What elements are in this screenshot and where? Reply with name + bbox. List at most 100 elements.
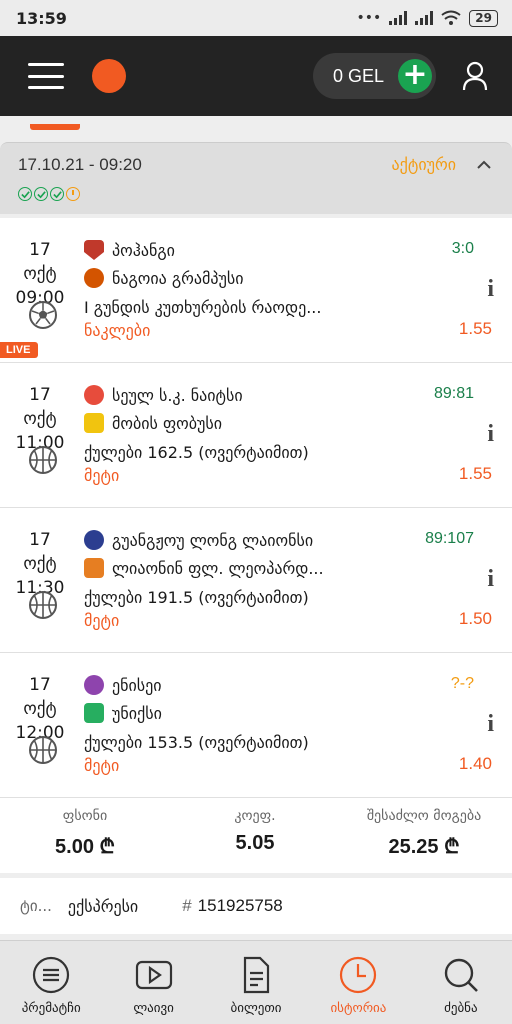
- bet-header[interactable]: 17.10.21 - 09:20 აქტიური: [0, 142, 512, 214]
- team-away-name: ნაგოია გრამპუსი: [112, 268, 244, 288]
- balance-pill[interactable]: 0 GEL +: [312, 53, 436, 99]
- nav-search[interactable]: ძებნა: [410, 941, 512, 1024]
- win-block: შესაძლო მოგება 25.25 ₾: [340, 808, 508, 859]
- more-dots-icon: •••: [356, 10, 382, 26]
- event-score: 89:107: [425, 530, 474, 547]
- nav-label: პრემატჩი: [21, 1001, 81, 1016]
- odd-value: 1.55: [458, 464, 492, 483]
- prematch-icon: [33, 956, 70, 994]
- team-home: ენისეი: [84, 675, 162, 695]
- event-date: 17 ოქტ: [23, 675, 57, 719]
- nav-label: ბილეთი: [230, 1001, 282, 1016]
- check-circle-icon: [50, 187, 64, 201]
- ticket-number-value: 151925758: [197, 896, 283, 915]
- team-home-name: სეულ ს.კ. ნაიტსი: [112, 385, 243, 405]
- nav-label: ძებნა: [444, 1001, 478, 1016]
- team-home: გუანგჟოუ ლონგ ლაიონსი: [84, 530, 313, 550]
- team-logo: [84, 240, 104, 260]
- hash-icon: #: [182, 896, 192, 915]
- balance-amount: 0 GEL: [332, 65, 384, 86]
- team-away: ლიაონინ ფლ. ლეოპარდ...: [84, 558, 324, 578]
- event-date: 17 ოქტ: [23, 385, 57, 429]
- team-away-name: მობის ფობუსი: [112, 413, 223, 433]
- signal-icon-2: [415, 11, 434, 25]
- brand-logo[interactable]: [92, 59, 126, 93]
- coef-label: კოეფ.: [234, 808, 276, 824]
- tab-indicator: [30, 124, 80, 130]
- basketball-icon: [29, 591, 57, 619]
- ticket-type-value: ექსპრესი: [67, 896, 139, 916]
- check-circle-icon: [34, 187, 48, 201]
- market-name: ქულები 162.5 (ოვერტაიმით): [84, 443, 309, 462]
- app-header: 0 GEL +: [0, 36, 512, 116]
- team-home-name: პოჰანგი: [112, 240, 175, 260]
- live-play-icon: [135, 960, 172, 990]
- event-score: ?-?: [450, 675, 474, 692]
- stake-block: ფსონი 5.00 ₾: [30, 808, 140, 859]
- coef-block: კოეფ. 5.05: [200, 808, 310, 855]
- nav-live[interactable]: ლაივი: [102, 941, 204, 1024]
- team-home-name: ენისეი: [112, 675, 162, 695]
- team-away: ნაგოია გრამპუსი: [84, 268, 244, 288]
- basketball-icon: [29, 736, 57, 764]
- football-icon: [29, 301, 57, 329]
- user-icon[interactable]: [462, 61, 488, 91]
- team-logo: [84, 413, 104, 433]
- status-bar: 13:59 ••• 29: [0, 0, 512, 36]
- ticket-type-label: ტი...: [20, 897, 52, 915]
- live-badge: LIVE: [0, 342, 39, 358]
- event-row[interactable]: 17 ოქტ 09:00 LIVE პოჰანგი ნაგოია გრამპუს…: [0, 218, 512, 363]
- search-icon: [444, 958, 478, 992]
- nav-ticket[interactable]: ბილეთი: [205, 941, 307, 1024]
- event-row[interactable]: 17 ოქტ 11:30 გუანგჟოუ ლონგ ლაიონსი ლიაონ…: [0, 508, 512, 653]
- team-logo: [84, 558, 104, 578]
- event-row[interactable]: 17 ოქტ 11:00 სეულ ს.კ. ნაიტსი მობის ფობუ…: [0, 363, 512, 508]
- nav-history[interactable]: ისტორია: [307, 941, 409, 1024]
- chevron-up-icon[interactable]: [476, 157, 492, 173]
- event-row[interactable]: 17 ოქტ 12:00 ენისეი უნიქსი ქულები 153.5 …: [0, 653, 512, 798]
- clock-circle-icon: [66, 187, 80, 201]
- bottom-nav: პრემატჩი ლაივი ბილეთი ისტორია ძებნა: [0, 940, 512, 1024]
- ticket-number: #151925758: [182, 896, 283, 916]
- odd-value: 1.40: [458, 754, 492, 773]
- team-home: პოჰანგი: [84, 240, 175, 260]
- basketball-icon: [29, 446, 57, 474]
- status-icons: ••• 29: [356, 9, 498, 27]
- team-logo: [84, 385, 104, 405]
- check-circle-icon: [18, 187, 32, 201]
- pick-name: მეტი: [84, 611, 120, 630]
- team-away: მობის ფობუსი: [84, 413, 222, 433]
- event-score: 3:0: [451, 240, 474, 257]
- event-status-indicators: [18, 187, 80, 201]
- event-list: 17 ოქტ 09:00 LIVE პოჰანგი ნაგოია გრამპუს…: [0, 218, 512, 798]
- team-away: უნიქსი: [84, 703, 162, 723]
- coef-value: 5.05: [235, 832, 275, 854]
- market-name: ქულები 153.5 (ოვერტაიმით): [84, 733, 309, 752]
- battery-icon: 29: [469, 9, 498, 27]
- market-name: I გუნდის კუთხურების რაოდე...: [84, 298, 322, 317]
- history-clock-icon: [340, 956, 377, 994]
- pick-name: ნაკლები: [84, 321, 151, 340]
- team-logo: [84, 268, 104, 288]
- nav-label: ლაივი: [133, 1001, 174, 1016]
- stake-label: ფსონი: [62, 808, 108, 824]
- info-icon[interactable]: i: [487, 566, 494, 593]
- win-value: 25.25 ₾: [388, 836, 460, 858]
- bet-date: 17.10.21 - 09:20: [18, 155, 142, 174]
- wifi-icon: [441, 10, 461, 25]
- team-logo: [84, 530, 104, 550]
- event-date: 17 ოქტ: [23, 530, 57, 574]
- info-icon[interactable]: i: [487, 711, 494, 738]
- info-icon[interactable]: i: [487, 421, 494, 448]
- event-date: 17 ოქტ: [23, 240, 57, 284]
- info-icon[interactable]: i: [487, 276, 494, 303]
- pick-name: მეტი: [84, 756, 120, 775]
- odd-value: 1.55: [458, 319, 492, 338]
- deposit-plus-button[interactable]: +: [398, 59, 432, 93]
- pick-name: მეტი: [84, 466, 120, 485]
- menu-icon[interactable]: [28, 63, 64, 89]
- team-home: სეულ ს.კ. ნაიტსი: [84, 385, 243, 405]
- market-name: ქულები 191.5 (ოვერტაიმით): [84, 588, 309, 607]
- nav-prematch[interactable]: პრემატჩი: [0, 941, 102, 1024]
- team-away-name: ლიაონინ ფლ. ლეოპარდ...: [112, 558, 324, 578]
